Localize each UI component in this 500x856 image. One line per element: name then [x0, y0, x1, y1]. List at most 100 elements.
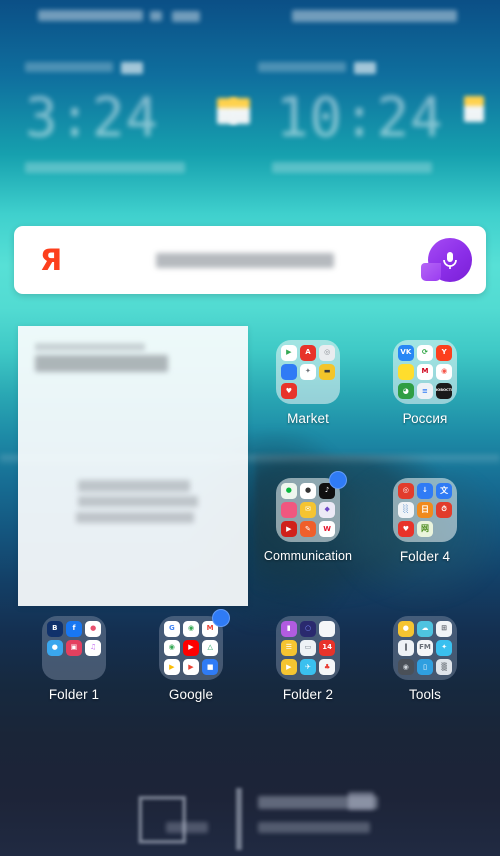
folder-folder2[interactable]: ▮ ○ ☰ ▭ 14 ▶ ✈ ♣ Folder 2 — [262, 616, 354, 702]
search-widget[interactable]: Я — [14, 226, 486, 294]
twitter-icon[interactable]: ✈ — [299, 658, 317, 676]
chrome-icon[interactable]: ◉ — [182, 620, 200, 638]
pink-chat-icon[interactable] — [280, 501, 298, 519]
folder-tools[interactable]: ● ☁ ⊞ ‖ FM ✦ ◉ ▯ ▒ Tools — [379, 616, 471, 702]
search-query-text — [156, 253, 334, 268]
camera-icon[interactable]: ◉ — [397, 658, 415, 676]
folder-folder1[interactable]: Bf ● ● ▣ ♫ Folder 1 — [28, 616, 120, 702]
meet-icon[interactable]: ■ — [201, 658, 219, 676]
blank-white-icon[interactable] — [318, 620, 336, 638]
folder-icon-grid[interactable]: VK⟳YM◉ ◕≡НОВОСТИ — [393, 340, 457, 404]
folder-icon-grid[interactable]: Bf ● ● ▣ ♫ — [42, 616, 106, 680]
messenger-icon[interactable]: ● — [46, 639, 64, 657]
google-search-icon[interactable]: G — [163, 620, 181, 638]
timer-icon[interactable]: ⏱ — [435, 501, 453, 519]
dialog-card[interactable] — [18, 326, 248, 606]
google-drive-icon[interactable]: △ — [201, 639, 219, 657]
folder-icon-grid[interactable]: ◎ ↓ 文 ░ 日 ⏱ ♥ 网 — [393, 478, 457, 542]
gallery-icon[interactable]: ▮ — [280, 620, 298, 638]
play-movies-icon[interactable]: ▶ — [182, 658, 200, 676]
appgallery-icon[interactable]: A — [299, 344, 317, 362]
sound-recorder-icon[interactable]: ‖ — [397, 639, 415, 657]
folder-icon-grid[interactable]: G ◉ M ◉ ▶ △ ▶ ▶ ■ — [159, 609, 230, 680]
folder-icon-grid[interactable]: ● ● ♪ ✉ ◆ ▶ ✎ W — [276, 471, 347, 542]
compass-tool-icon[interactable]: ✦ — [435, 639, 453, 657]
clock-right-badge — [354, 62, 376, 74]
grid-tool-icon[interactable]: ▒ — [435, 658, 453, 676]
sber-icon[interactable]: ⟳ — [416, 344, 434, 362]
calendar-cn-icon[interactable]: 日 — [416, 501, 434, 519]
folder-google[interactable]: G ◉ M ◉ ▶ △ ▶ ▶ ■ Google — [145, 609, 237, 702]
yandex-icon[interactable]: Y — [435, 344, 453, 362]
weibo-icon[interactable]: W — [318, 520, 336, 538]
ring-icon[interactable]: ○ — [299, 620, 317, 638]
pie-chart-icon[interactable]: ◕ — [397, 382, 415, 400]
lines-icon[interactable]: ≡ — [416, 382, 434, 400]
fm-radio-icon[interactable]: FM — [416, 639, 434, 657]
folder-market[interactable]: ▶ A ◎ ✦ ▬ ♥ Market — [262, 340, 354, 426]
sun-cloud-icon-2 — [464, 96, 484, 122]
tinkoff-icon[interactable] — [397, 363, 415, 381]
music-icon[interactable]: ♫ — [84, 639, 102, 657]
folder-folder4[interactable]: ◎ ↓ 文 ░ 日 ⏱ ♥ 网 Folder 4 — [379, 478, 471, 564]
store-circle-icon[interactable]: ◎ — [318, 344, 336, 362]
folder-label: Folder 4 — [399, 549, 451, 564]
clock-widget-right[interactable]: 10:24 — [230, 62, 488, 182]
calendar-icon[interactable]: 14 — [318, 639, 336, 657]
download-icon[interactable]: ↓ — [416, 482, 434, 500]
empty-slot — [300, 383, 317, 400]
google-play-icon[interactable]: ▶ — [280, 344, 298, 362]
news-icon[interactable]: НОВОСТИ — [435, 382, 453, 400]
voice-assistant-button[interactable] — [414, 238, 486, 282]
game-icon[interactable]: ♣ — [318, 658, 336, 676]
notes-icon[interactable]: ☰ — [280, 639, 298, 657]
clock-widget-left[interactable]: 3:24 — [25, 62, 240, 182]
meituan-icon[interactable]: ♥ — [397, 520, 415, 538]
video-player-icon[interactable]: ▶ — [280, 658, 298, 676]
qr-icon[interactable]: ░ — [397, 501, 415, 519]
calculator-icon[interactable]: ⊞ — [435, 620, 453, 638]
play-store-icon[interactable]: ▶ — [163, 658, 181, 676]
files-icon[interactable]: ▭ — [299, 639, 317, 657]
video-red-icon[interactable]: ▶ — [280, 520, 298, 538]
wechat-icon[interactable]: ● — [280, 482, 298, 500]
vk-icon[interactable]: VK — [397, 344, 415, 362]
folder-label: Folder 2 — [282, 687, 334, 702]
dialog-body-line-2 — [78, 496, 198, 507]
folder-icon-grid[interactable]: ▶ A ◎ ✦ ▬ ♥ — [276, 340, 340, 404]
translate-icon[interactable]: 文 — [435, 482, 453, 500]
folder-label: Google — [168, 687, 214, 702]
balloon-icon[interactable]: ● — [84, 620, 102, 638]
folder-icon-grid[interactable]: ▮ ○ ☰ ▭ 14 ▶ ✈ ♣ — [276, 616, 340, 680]
microphone-icon[interactable] — [421, 238, 472, 282]
yandex-logo-icon[interactable]: Я — [14, 243, 88, 277]
edit-icon[interactable]: ✎ — [299, 520, 317, 538]
instagram-icon[interactable]: ▣ — [65, 639, 83, 657]
weather-icon[interactable]: ☁ — [416, 620, 434, 638]
mail-icon[interactable]: ✉ — [299, 501, 317, 519]
youtube-icon[interactable]: ▶ — [182, 639, 200, 657]
qq-icon[interactable]: ● — [299, 482, 317, 500]
phone-clone-icon[interactable]: ▯ — [416, 658, 434, 676]
health-heart-icon[interactable]: ♥ — [280, 382, 298, 400]
wallet-card-icon[interactable]: ▬ — [318, 363, 336, 381]
folder-communication[interactable]: ● ● ♪ ✉ ◆ ▶ ✎ W Communication — [262, 471, 354, 563]
target-icon[interactable]: ◎ — [397, 482, 415, 500]
maps-pin-icon[interactable]: ◉ — [435, 363, 453, 381]
status-bar-indicators — [292, 10, 457, 22]
metro-icon[interactable]: M — [416, 363, 434, 381]
folder-russia[interactable]: VK⟳YM◉ ◕≡НОВОСТИ Россия — [379, 340, 471, 426]
search-input[interactable] — [88, 226, 414, 294]
compass-icon[interactable]: ✦ — [299, 363, 317, 381]
green-text-icon[interactable]: 网 — [416, 520, 434, 538]
booking-icon[interactable]: B — [46, 620, 64, 638]
teams-icon[interactable]: ◆ — [318, 501, 336, 519]
folder-icon-grid[interactable]: ● ☁ ⊞ ‖ FM ✦ ◉ ▯ ▒ — [393, 616, 457, 680]
clock-left-badge — [121, 62, 143, 74]
contacts-icon[interactable]: ● — [397, 620, 415, 638]
watermark-glyph: □ — [133, 778, 192, 851]
facebook-icon[interactable]: f — [65, 620, 83, 638]
empty-slot — [436, 521, 453, 538]
google-maps-icon[interactable]: ◉ — [163, 639, 181, 657]
blue-doc-icon[interactable] — [280, 363, 298, 381]
